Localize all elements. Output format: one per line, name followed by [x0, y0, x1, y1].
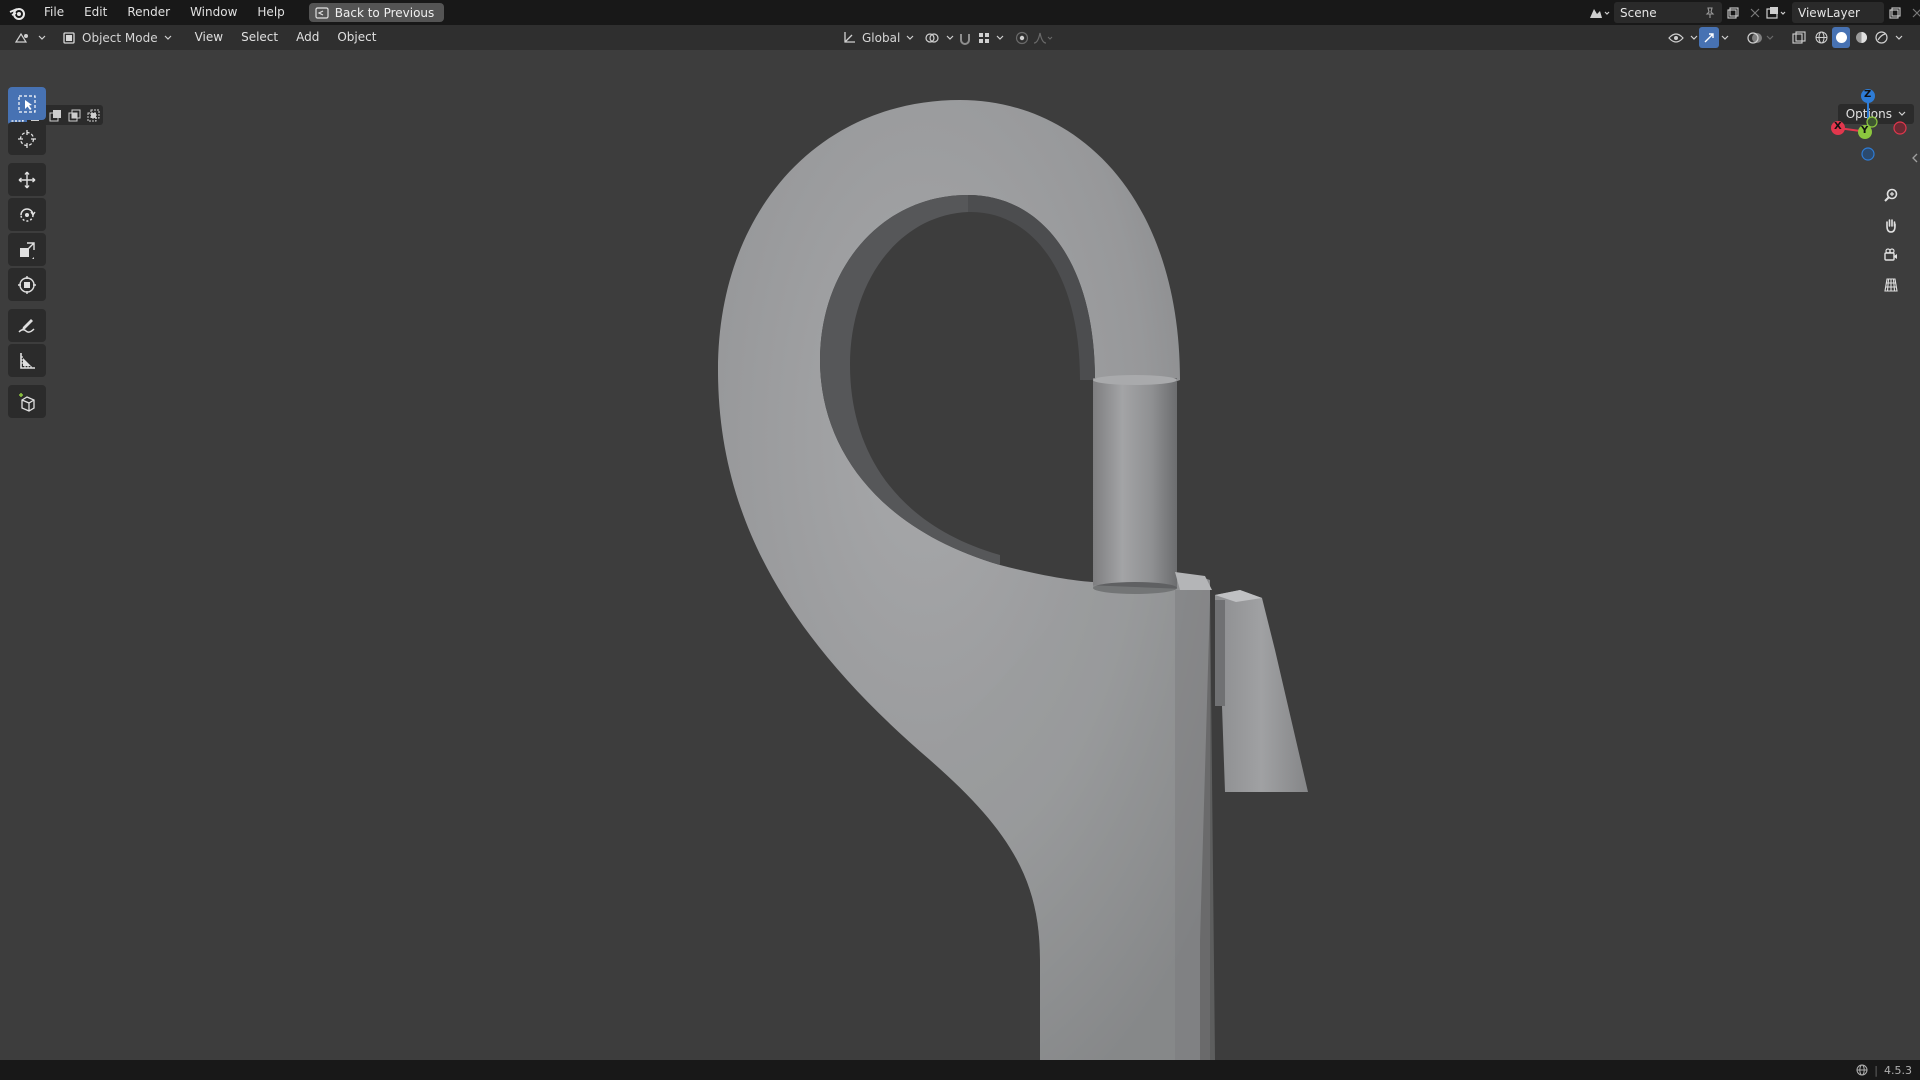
pivot-icon [924, 31, 940, 45]
chevron-down-icon [946, 35, 954, 41]
back-to-previous-button[interactable]: Back to Previous [308, 3, 445, 22]
delete-view-layer-icon[interactable] [1906, 2, 1920, 23]
editor-type-dropdown[interactable] [8, 27, 52, 48]
rendered-shading-icon[interactable] [1872, 27, 1890, 48]
move-tool-icon[interactable] [8, 163, 46, 196]
viewport-header: Object Mode View Select Add Object Globa… [0, 25, 1920, 50]
select-box-tool-icon[interactable] [8, 87, 46, 120]
visibility-dropdown[interactable] [1662, 27, 1704, 48]
annotate-tool-icon[interactable] [8, 309, 46, 342]
menu-file[interactable]: File [34, 0, 74, 25]
blender-logo-icon[interactable] [0, 0, 34, 25]
select-subtract-icon[interactable] [46, 105, 65, 125]
proportional-editing-icon[interactable] [1011, 27, 1033, 48]
header-menu-select[interactable]: Select [232, 25, 287, 50]
snap-grid-icon [978, 32, 990, 44]
pin-icon[interactable] [1704, 6, 1716, 19]
measure-tool-icon[interactable] [8, 344, 46, 377]
new-scene-icon[interactable] [1722, 2, 1744, 23]
chevron-down-icon [906, 35, 914, 41]
menu-edit[interactable]: Edit [74, 0, 117, 25]
scene-name-field[interactable]: Scene [1614, 2, 1722, 23]
menu-window[interactable]: Window [180, 0, 247, 25]
new-view-layer-icon[interactable] [1884, 2, 1906, 23]
chevron-down-icon [38, 35, 46, 41]
transform-tool-icon[interactable] [8, 268, 46, 301]
navigation-gizmo[interactable]: Z X Y [1826, 86, 1910, 170]
chevron-down-icon [1690, 35, 1698, 41]
orientation-icon [842, 31, 856, 45]
menu-help[interactable]: Help [247, 0, 294, 25]
falloff-icon[interactable] [1033, 27, 1055, 48]
scene-name: Scene [1620, 5, 1657, 20]
sidebar-toggle-icon[interactable] [1910, 150, 1920, 166]
globe-icon [1856, 1064, 1868, 1076]
orientation-label: Global [862, 30, 901, 45]
gizmo-x-label: X [1834, 121, 1842, 132]
zoom-icon[interactable] [1878, 182, 1904, 208]
select-intersect-icon[interactable] [84, 105, 103, 125]
status-bar: | 4.5.3 [0, 1060, 1920, 1080]
overlays-dropdown-icon[interactable] [1763, 27, 1777, 48]
chevron-down-icon [996, 35, 1004, 41]
rotate-tool-icon[interactable] [8, 198, 46, 231]
xray-icon[interactable] [1788, 27, 1810, 48]
object-mode-icon [62, 31, 76, 45]
camera-view-icon[interactable] [1878, 242, 1904, 268]
menu-render[interactable]: Render [117, 0, 180, 25]
gizmo-toggle-icon[interactable] [1699, 27, 1719, 48]
back-to-previous-label: Back to Previous [334, 5, 435, 20]
perspective-grid-icon[interactable] [1878, 272, 1904, 298]
eye-icon [1668, 32, 1684, 44]
gizmo-y-label: Y [1861, 125, 1869, 136]
view-layer-selector: ViewLayer [1762, 2, 1920, 23]
scene-icon[interactable] [1584, 2, 1614, 23]
header-menu-add[interactable]: Add [287, 25, 328, 50]
select-invert-icon[interactable] [65, 105, 84, 125]
3d-viewport[interactable]: Options Z X Y [0, 50, 1920, 1060]
chevron-down-icon [164, 35, 172, 41]
scene-selector: Scene [1584, 2, 1766, 23]
screen-back-icon [315, 6, 329, 19]
tool-shelf [8, 87, 48, 420]
header-menu-view[interactable]: View [186, 25, 232, 50]
scale-tool-icon[interactable] [8, 233, 46, 266]
gizmo-dropdown-icon[interactable] [1718, 27, 1732, 48]
gizmo-z-label: Z [1864, 89, 1872, 100]
material-shading-icon[interactable] [1852, 27, 1870, 48]
wireframe-shading-icon[interactable] [1812, 27, 1830, 48]
shading-modes [1812, 27, 1906, 48]
header-menu-object[interactable]: Object [328, 25, 385, 50]
view-layer-name: ViewLayer [1798, 5, 1860, 20]
viewport-editor-icon [14, 31, 32, 45]
snap-target-dropdown[interactable] [972, 27, 1010, 48]
version-label: 4.5.3 [1884, 1063, 1912, 1077]
top-bar: File Edit Render Window Help Back to Pre… [0, 0, 1920, 25]
version-info: | 4.5.3 [1856, 1064, 1920, 1077]
view-layer-icon[interactable] [1762, 2, 1792, 23]
view-layer-field[interactable]: ViewLayer [1792, 2, 1884, 23]
mode-dropdown[interactable]: Object Mode [56, 27, 178, 48]
hook-model[interactable] [0, 50, 1920, 1060]
shading-dropdown-icon[interactable] [1892, 27, 1906, 48]
mode-label: Object Mode [82, 30, 158, 45]
add-cube-tool-icon[interactable] [8, 385, 46, 418]
solid-shading-icon[interactable] [1832, 27, 1850, 48]
transform-orientation-dropdown[interactable]: Global [836, 27, 920, 48]
cursor-tool-icon[interactable] [8, 122, 46, 155]
pan-hand-icon[interactable] [1878, 212, 1904, 238]
